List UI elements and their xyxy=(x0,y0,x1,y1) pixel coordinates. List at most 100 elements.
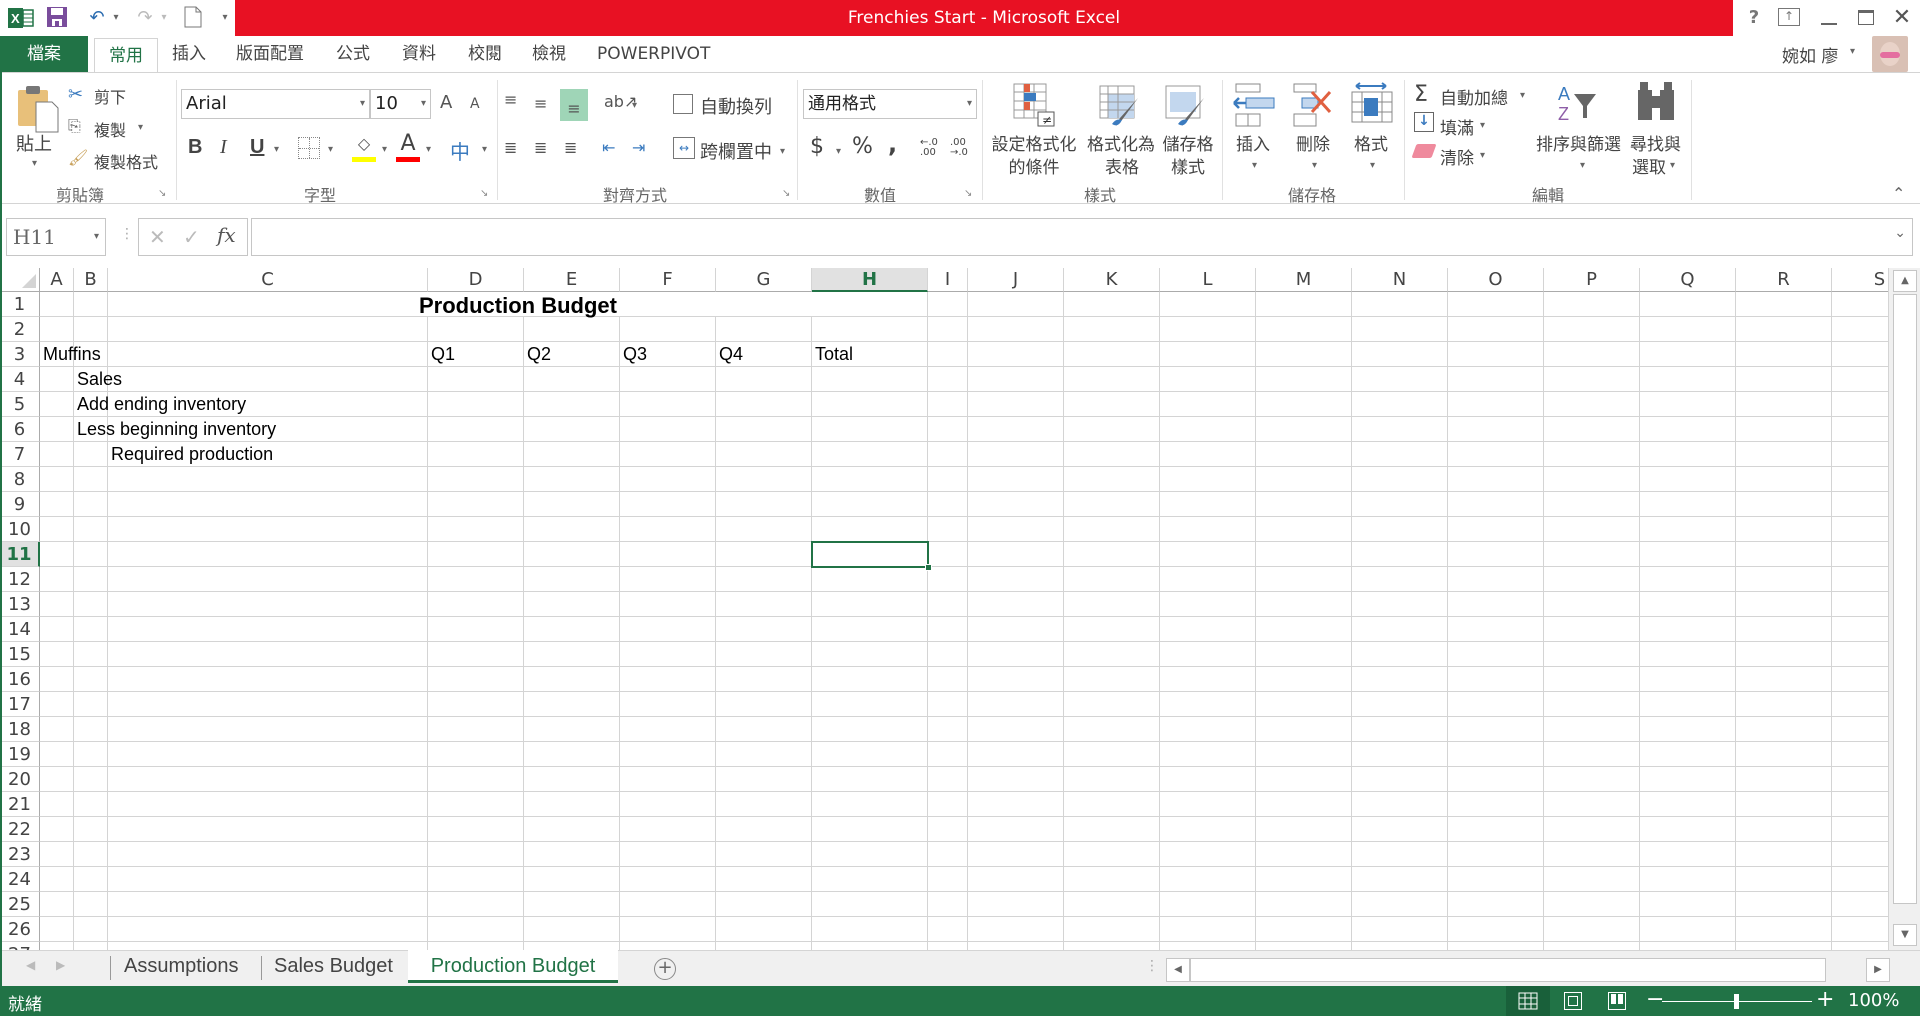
align-center-icon[interactable]: ≣ xyxy=(534,138,547,157)
row-header-4[interactable]: 4 xyxy=(0,367,40,392)
borders-icon[interactable] xyxy=(298,137,320,159)
column-header-k[interactable]: K xyxy=(1064,268,1160,292)
bold-button[interactable]: B xyxy=(188,136,202,159)
minimize-button[interactable] xyxy=(1815,4,1843,32)
row-header-11[interactable]: 11 xyxy=(0,542,40,567)
font-name-combo[interactable]: Arial ▾ xyxy=(181,89,370,119)
clear-button[interactable]: 清除 xyxy=(1440,144,1474,169)
scroll-right-button[interactable]: ▶ xyxy=(1866,958,1890,982)
shrink-font-button[interactable]: A xyxy=(470,96,480,112)
currency-button[interactable]: $ xyxy=(810,134,824,159)
paste-icon[interactable] xyxy=(16,84,60,134)
font-size-combo[interactable]: 10 ▾ xyxy=(370,89,431,119)
underline-button[interactable]: U xyxy=(250,136,264,159)
conditional-formatting-button[interactable]: 設定格式化 xyxy=(988,130,1080,155)
column-header-q[interactable]: Q xyxy=(1640,268,1736,292)
row-header-7[interactable]: 7 xyxy=(0,442,40,467)
column-header-h[interactable]: H xyxy=(812,268,928,292)
expand-formula-icon[interactable]: ⌄ xyxy=(1894,225,1906,241)
ribbon-display-options-icon[interactable]: ↑ xyxy=(1778,8,1800,26)
zoom-level[interactable]: 100% xyxy=(1848,990,1899,1011)
tab-formulas[interactable]: 公式 xyxy=(326,36,380,72)
save-icon[interactable] xyxy=(46,6,72,30)
column-header-a[interactable]: A xyxy=(40,268,74,292)
customize-qat-icon[interactable]: ▾ xyxy=(218,6,232,30)
row-header-22[interactable]: 22 xyxy=(0,817,40,842)
orientation-dropdown-icon[interactable]: ▾ xyxy=(632,100,637,111)
font-size-dropdown-icon[interactable]: ▾ xyxy=(421,90,426,118)
sheet-scroll-right-icon[interactable]: ▶ xyxy=(56,958,65,972)
align-right-icon[interactable]: ≣ xyxy=(564,138,577,157)
cancel-icon[interactable]: ✕ xyxy=(149,225,166,249)
maximize-button[interactable] xyxy=(1852,4,1880,32)
wrap-text-button[interactable]: 自動換列 xyxy=(700,93,772,119)
row-header-8[interactable]: 8 xyxy=(0,467,40,492)
conditional-formatting-icon[interactable]: ≠ xyxy=(1012,82,1056,128)
bottom-align-icon[interactable]: ≡ xyxy=(560,89,588,121)
normal-view-button[interactable] xyxy=(1506,986,1550,1016)
paste-button[interactable]: 貼上 xyxy=(16,130,52,156)
redo-icon[interactable]: ↷ xyxy=(132,6,158,30)
cell-styles-button[interactable]: 儲存格 xyxy=(1156,130,1220,155)
autosum-icon[interactable]: Σ xyxy=(1414,82,1428,107)
zoom-out-button[interactable]: − xyxy=(1646,986,1664,1014)
tab-view[interactable]: 檢視 xyxy=(522,36,576,72)
tab-review[interactable]: 校閱 xyxy=(458,36,512,72)
select-all-button[interactable] xyxy=(0,268,40,292)
close-button[interactable]: ✕ xyxy=(1888,4,1916,32)
find-select-dropdown-icon[interactable]: ▾ xyxy=(1670,160,1675,171)
user-dropdown-icon[interactable]: ▾ xyxy=(1850,46,1855,57)
formula-bar-grip-icon[interactable]: ⋮ xyxy=(120,226,134,242)
underline-dropdown-icon[interactable]: ▾ xyxy=(274,144,279,155)
delete-cells-icon[interactable] xyxy=(1292,82,1336,128)
grow-font-button[interactable]: A xyxy=(440,92,452,113)
row-header-2[interactable]: 2 xyxy=(0,317,40,342)
new-sheet-button[interactable]: + xyxy=(654,958,676,980)
scroll-up-button[interactable]: ▲ xyxy=(1893,270,1917,292)
avatar[interactable] xyxy=(1872,36,1908,72)
font-name-dropdown-icon[interactable]: ▾ xyxy=(360,90,365,118)
user-name[interactable]: 婉如 廖 xyxy=(1782,42,1838,67)
font-color-dropdown-icon[interactable]: ▾ xyxy=(426,144,431,155)
clipboard-launcher-icon[interactable]: ↘ xyxy=(158,188,166,199)
sheet-tab-assumptions[interactable]: Assumptions xyxy=(112,950,251,982)
autosum-button[interactable]: 自動加總 xyxy=(1440,84,1508,109)
cell-d3[interactable]: Q1 xyxy=(428,342,455,367)
scroll-down-button[interactable]: ▼ xyxy=(1893,924,1917,946)
format-painter-button[interactable]: 複製格式 xyxy=(94,149,158,173)
cell-f3[interactable]: Q3 xyxy=(620,342,647,367)
row-header-24[interactable]: 24 xyxy=(0,867,40,892)
column-header-p[interactable]: P xyxy=(1544,268,1640,292)
column-header-r[interactable]: R xyxy=(1736,268,1832,292)
vertical-scroll-thumb[interactable] xyxy=(1893,294,1917,904)
horizontal-scroll-thumb[interactable] xyxy=(1190,958,1826,982)
copy-dropdown-icon[interactable]: ▾ xyxy=(138,122,143,133)
currency-dropdown-icon[interactable]: ▾ xyxy=(836,146,841,157)
cell-b5[interactable]: Add ending inventory xyxy=(74,392,246,417)
delete-dropdown-icon[interactable]: ▾ xyxy=(1312,160,1317,171)
align-left-icon[interactable]: ≣ xyxy=(504,138,517,157)
zoom-slider-thumb[interactable] xyxy=(1734,994,1739,1009)
merge-dropdown-icon[interactable]: ▾ xyxy=(780,146,785,157)
page-layout-view-button[interactable] xyxy=(1564,992,1582,1010)
column-header-e[interactable]: E xyxy=(524,268,620,292)
tab-file[interactable]: 檔案 xyxy=(0,36,88,72)
row-header-27[interactable]: 27 xyxy=(0,942,40,950)
name-box[interactable]: H11 ▾ xyxy=(6,218,106,256)
phonetic-guide-button[interactable]: 中 xyxy=(450,136,470,165)
decrease-indent-icon[interactable]: ⇤ xyxy=(602,138,615,157)
number-format-dropdown-icon[interactable]: ▾ xyxy=(967,90,972,118)
find-select-button[interactable]: 尋找與 xyxy=(1630,130,1681,155)
redo-dropdown-icon[interactable]: ▾ xyxy=(158,6,170,30)
tab-page-layout[interactable]: 版面配置 xyxy=(226,36,314,72)
row-header-5[interactable]: 5 xyxy=(0,392,40,417)
decrease-decimal-button[interactable]: .00 →.0 xyxy=(950,138,974,158)
column-header-m[interactable]: M xyxy=(1256,268,1352,292)
column-header-s[interactable]: S xyxy=(1832,268,1888,292)
fill-icon[interactable]: ↓ xyxy=(1414,112,1434,132)
percent-button[interactable]: % xyxy=(852,134,873,159)
active-cell-h11[interactable] xyxy=(811,541,932,571)
top-align-icon[interactable]: ≡ xyxy=(504,90,517,109)
column-header-d[interactable]: D xyxy=(428,268,524,292)
sheet-tab-sales-budget[interactable]: Sales Budget xyxy=(262,950,405,982)
